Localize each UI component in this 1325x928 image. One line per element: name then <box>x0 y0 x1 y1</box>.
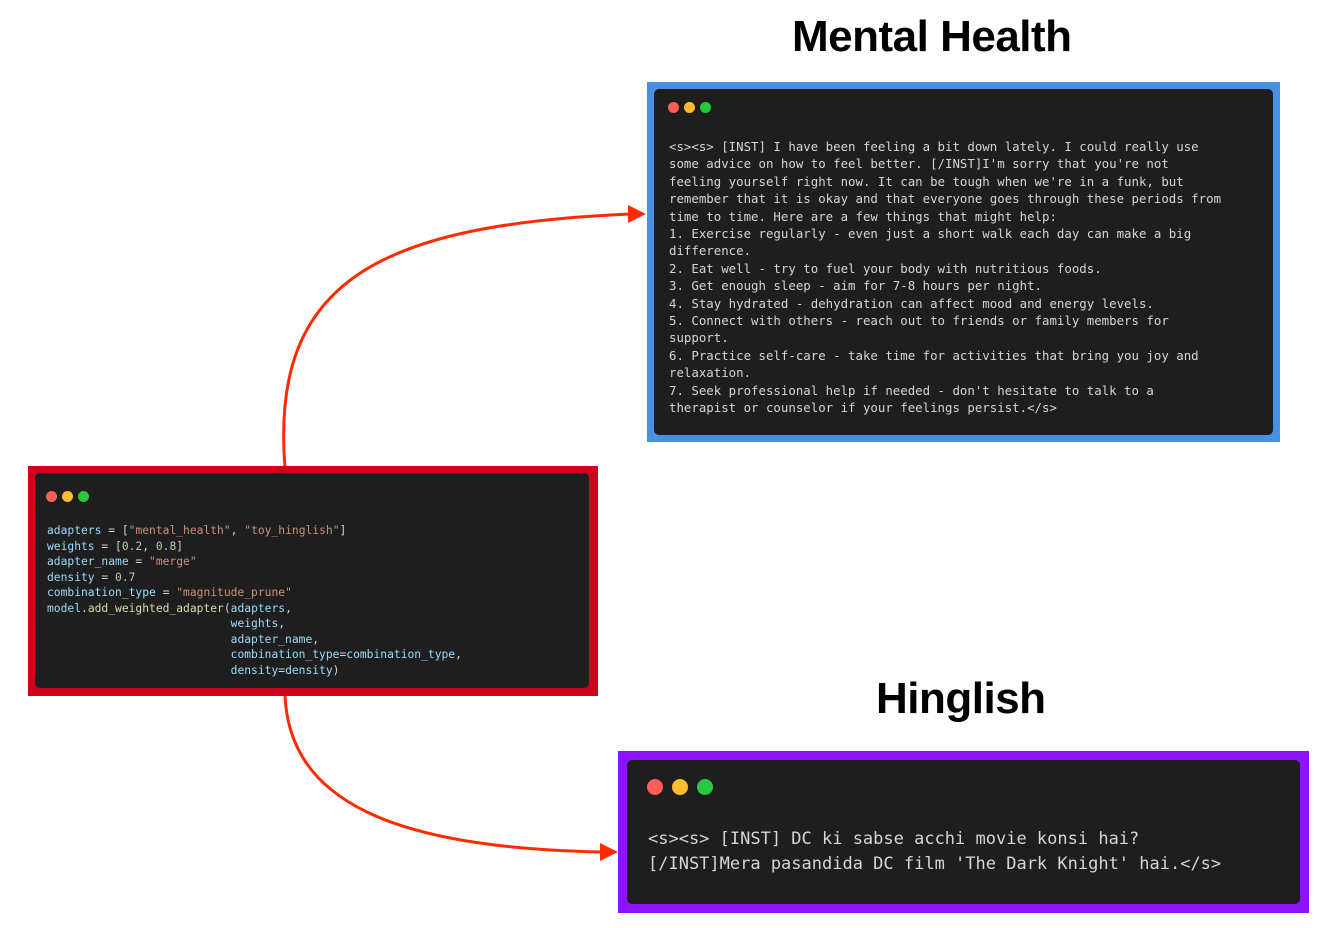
code-token: = <box>94 570 116 584</box>
output-line: remember that it is okay and that everyo… <box>669 191 1222 207</box>
code-token: add_weighted_adapter <box>87 601 224 615</box>
code-token: 0.2 <box>121 539 143 553</box>
arrow-head-mental-health <box>628 205 646 223</box>
code-token: combination_type <box>346 648 456 661</box>
code-token: weights <box>230 617 279 630</box>
mental-health-window-frame: <s><s> [INST] I have been feeling a bit … <box>647 82 1280 442</box>
code-token: model <box>47 601 82 615</box>
output-line: 6. Practice self-care - take time for ac… <box>669 347 1199 363</box>
output-line: some advice on how to feel better. [/INS… <box>669 156 1169 172</box>
minimize-dot-icon[interactable] <box>672 779 688 795</box>
output-line: therapist or counselor if your feelings … <box>669 400 1057 416</box>
code-token: , <box>142 539 156 553</box>
maximize-dot-icon[interactable] <box>78 491 89 502</box>
mental-health-output: <s><s> [INST] I have been feeling a bit … <box>669 138 1221 417</box>
code-block: adapters = ["mental_health", "toy_hingli… <box>47 523 462 678</box>
code-line: combination_type = "magnitude_prune" <box>47 585 462 601</box>
code-token: density <box>285 663 333 677</box>
arrow-to-mental-health <box>282 212 631 468</box>
window-controls <box>668 102 711 113</box>
hinglish-window-frame: <s><s> [INST] DC ki sabse acchi movie ko… <box>618 751 1309 913</box>
code-line: adapters = ["mental_health", "toy_hingli… <box>47 523 462 539</box>
window-controls <box>647 779 713 795</box>
arrow-head-hinglish <box>600 843 618 861</box>
output-line: 5. Connect with others - reach out to fr… <box>669 313 1169 329</box>
code-token: "magnitude_prune" <box>176 586 292 599</box>
code-token: 0.8 <box>155 539 177 553</box>
code-token: 0.7 <box>115 570 136 584</box>
output-line: feeling yourself right now. It can be to… <box>669 173 1184 189</box>
close-dot-icon[interactable] <box>668 102 679 113</box>
output-line: relaxation. <box>669 365 752 381</box>
code-token: ] <box>339 524 347 537</box>
hinglish-output: <s><s> [INST] DC ki sabse acchi movie ko… <box>648 827 1221 877</box>
close-dot-icon[interactable] <box>46 491 57 502</box>
code-token: "merge" <box>149 555 197 568</box>
mental-health-window: <s><s> [INST] I have been feeling a bit … <box>654 89 1273 435</box>
code-token: adapters <box>47 524 102 537</box>
code-line: adapter_name, <box>47 632 462 648</box>
window-controls <box>46 491 89 502</box>
code-window: adapters = ["mental_health", "toy_hingli… <box>35 473 589 688</box>
code-token: combination_type <box>230 648 340 661</box>
code-token: , <box>455 648 462 661</box>
output-line: 7. Seek professional help if needed - do… <box>669 382 1154 398</box>
output-line: <s><s> [INST] I have been feeling a bit … <box>669 139 1199 154</box>
code-line: density=density) <box>47 663 462 679</box>
code-token: , <box>285 601 292 615</box>
maximize-dot-icon[interactable] <box>700 102 711 113</box>
maximize-dot-icon[interactable] <box>697 779 713 795</box>
code-line: adapter_name = "merge" <box>47 554 462 570</box>
code-token: = [ <box>101 524 129 537</box>
output-line: difference. <box>669 243 752 259</box>
code-token: , <box>278 617 286 630</box>
code-line: model.add_weighted_adapter(adapters, <box>47 601 462 617</box>
code-token: = [ <box>94 539 122 553</box>
code-line: combination_type=combination_type, <box>47 647 462 663</box>
output-line: [/INST]Mera pasandida DC film 'The Dark … <box>648 854 1222 874</box>
output-line: 4. Stay hydrated - dehydration can affec… <box>669 295 1154 311</box>
minimize-dot-icon[interactable] <box>62 491 73 502</box>
output-line: <s><s> [INST] DC ki sabse acchi movie ko… <box>648 829 1140 849</box>
code-token: density <box>230 663 279 677</box>
code-token: combination_type <box>47 586 156 599</box>
output-line: 3. Get enough sleep - aim for 7-8 hours … <box>669 278 1042 294</box>
code-token: adapters <box>230 601 286 615</box>
output-line: 2. Eat well - try to fuel your body with… <box>669 260 1102 276</box>
code-token: , <box>312 632 320 646</box>
code-token: = <box>155 586 177 599</box>
code-line: weights = [0.2, 0.8] <box>47 539 462 555</box>
minimize-dot-icon[interactable] <box>684 102 695 113</box>
code-token: "mental_health" <box>128 524 231 537</box>
code-token: adapter_name <box>47 555 129 568</box>
code-token: density <box>47 570 95 584</box>
code-token: adapter_name <box>230 632 313 646</box>
code-token: . <box>81 601 88 615</box>
mental-health-title: Mental Health <box>792 12 1072 61</box>
code-window-frame: adapters = ["mental_health", "toy_hingli… <box>28 466 598 696</box>
code-token: ] <box>176 539 184 553</box>
hinglish-window: <s><s> [INST] DC ki sabse acchi movie ko… <box>627 760 1300 904</box>
code-line: weights, <box>47 616 462 632</box>
output-line: 1. Exercise regularly - even just a shor… <box>669 226 1192 242</box>
code-token: ) <box>332 663 340 677</box>
output-line: support. <box>669 330 729 346</box>
code-line: density = 0.7 <box>47 570 462 586</box>
code-token: "toy_hinglish" <box>244 524 340 537</box>
output-line: time to time. Here are a few things that… <box>669 208 1057 224</box>
close-dot-icon[interactable] <box>647 779 663 795</box>
code-token: = <box>128 555 150 568</box>
hinglish-title: Hinglish <box>876 674 1046 723</box>
code-token: weights <box>47 539 95 553</box>
code-token: ( <box>223 601 231 615</box>
code-token: , <box>230 524 245 537</box>
arrow-to-hinglish <box>283 695 603 854</box>
